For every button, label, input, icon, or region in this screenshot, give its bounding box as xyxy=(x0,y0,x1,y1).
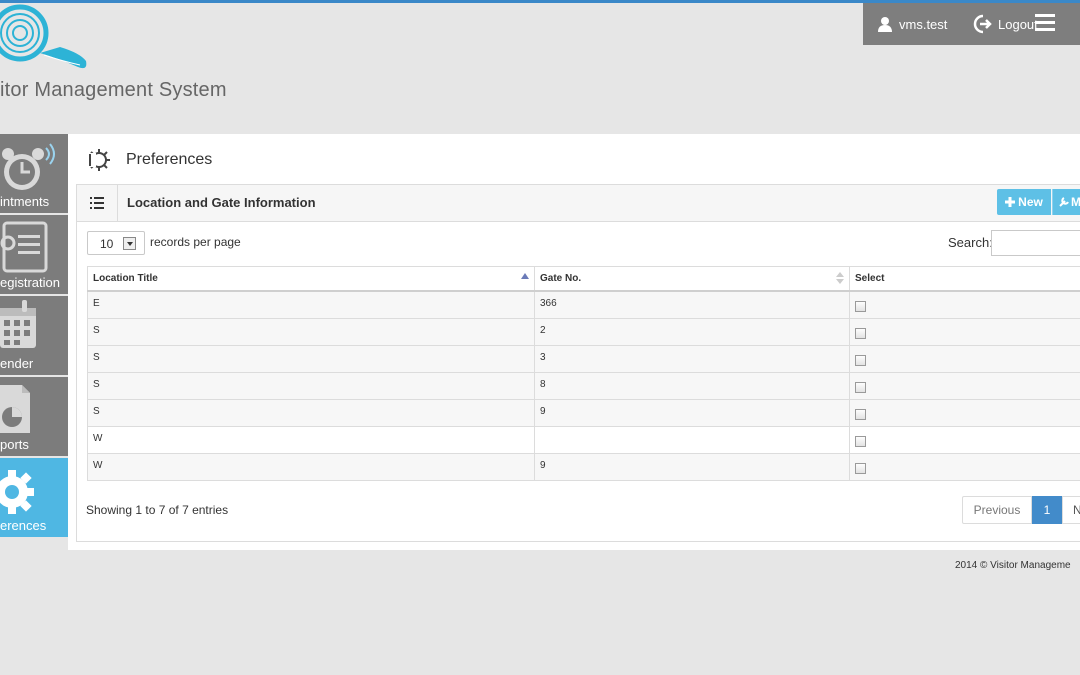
page-header: Preferences xyxy=(86,144,212,176)
search-input[interactable] xyxy=(991,230,1080,256)
page-length-select[interactable]: 10 xyxy=(87,231,145,255)
page-length-value: 10 xyxy=(100,237,114,251)
sort-icon xyxy=(836,272,844,284)
location-table: Location Title Gate No. Select E 366 S 2… xyxy=(87,266,1080,481)
hamburger-menu-button[interactable] xyxy=(1035,9,1055,37)
report-icon xyxy=(0,385,30,433)
column-header-label: Gate No. xyxy=(540,273,582,284)
sidebar-item-appointments[interactable]: intments xyxy=(0,134,68,215)
sidebar-item-label: ports xyxy=(0,437,29,452)
logo-text: itor Management System xyxy=(0,79,227,101)
location-cell: S xyxy=(87,344,535,373)
page-1-button[interactable]: 1 xyxy=(1032,496,1062,524)
table-row: E 366 xyxy=(87,290,1080,319)
gate-cell: 3 xyxy=(534,344,850,373)
preferences-gear-icon xyxy=(86,149,110,171)
table-row: S 8 xyxy=(87,371,1080,400)
table-row: S 9 xyxy=(87,398,1080,427)
table-row: W 9 xyxy=(87,452,1080,481)
user-bar: vms.test Logout xyxy=(863,3,1080,45)
row-checkbox[interactable] xyxy=(855,327,866,339)
logout-label: Logout xyxy=(998,16,1038,32)
row-checkbox[interactable] xyxy=(855,435,866,447)
records-per-page-label: records per page xyxy=(150,235,241,249)
column-header-label: Select xyxy=(855,273,885,284)
user-menu[interactable]: vms.test xyxy=(877,3,947,45)
row-checkbox[interactable] xyxy=(855,462,866,474)
column-header-label: Location Title xyxy=(93,273,158,284)
select-cell xyxy=(849,344,1080,373)
manage-button[interactable]: M xyxy=(1052,189,1080,215)
copyright-footer: 2014 © Visitor Manageme xyxy=(955,560,1071,571)
gate-cell: 2 xyxy=(534,317,850,346)
gate-cell: 9 xyxy=(534,398,850,427)
sort-ascending-icon xyxy=(521,273,529,279)
select-cell xyxy=(849,317,1080,346)
logo: itor Management System xyxy=(0,3,260,123)
gate-cell: 366 xyxy=(534,290,850,319)
plus-icon xyxy=(1005,197,1016,207)
panel-header: Location and Gate Information New M xyxy=(77,185,1080,222)
select-cell xyxy=(849,398,1080,427)
registration-icon xyxy=(0,221,48,273)
gate-cell xyxy=(534,425,850,454)
sidebar-item-calendar[interactable]: ender xyxy=(0,296,68,377)
row-checkbox[interactable] xyxy=(855,354,866,366)
gear-icon xyxy=(0,470,34,514)
previous-page-button[interactable]: Previous xyxy=(962,496,1032,524)
column-header-gate-no[interactable]: Gate No. xyxy=(534,266,850,292)
manage-button-label: M xyxy=(1071,195,1080,209)
page-title: Preferences xyxy=(126,151,213,168)
location-cell: S xyxy=(87,317,535,346)
location-cell: W xyxy=(87,452,535,481)
calendar-icon xyxy=(0,300,36,348)
select-cell xyxy=(849,290,1080,319)
chevron-down-icon xyxy=(123,237,136,250)
location-cell: E xyxy=(87,290,535,319)
clock-icon xyxy=(2,143,55,190)
location-gate-panel: Location and Gate Information New M 10 r… xyxy=(76,184,1080,542)
logout-icon xyxy=(973,14,992,34)
select-cell xyxy=(849,371,1080,400)
pagination: Previous 1 N xyxy=(962,496,1080,526)
row-checkbox[interactable] xyxy=(855,381,866,393)
list-icon xyxy=(77,185,118,221)
column-header-select: Select xyxy=(849,266,1080,292)
select-cell xyxy=(849,452,1080,481)
new-button[interactable]: New xyxy=(997,189,1051,215)
table-row: W xyxy=(87,425,1080,454)
wrench-icon xyxy=(1059,197,1069,207)
sidebar-item-label: ender xyxy=(0,356,34,371)
fingerprint-magnifier-icon xyxy=(0,4,87,69)
table-header-row: Location Title Gate No. Select xyxy=(87,266,1080,292)
panel-title: Location and Gate Information xyxy=(127,195,316,210)
sidebar: intments egistration ender ports erences xyxy=(0,134,68,539)
new-button-label: New xyxy=(1018,195,1043,209)
row-checkbox[interactable] xyxy=(855,301,866,312)
sidebar-item-registration[interactable]: egistration xyxy=(0,215,68,296)
gate-cell: 8 xyxy=(534,371,850,400)
username-label: vms.test xyxy=(899,16,948,32)
search-label: Search: xyxy=(948,235,993,250)
table-row: S 2 xyxy=(87,317,1080,346)
select-cell xyxy=(849,425,1080,454)
sidebar-item-reports[interactable]: ports xyxy=(0,377,68,458)
logout-button[interactable]: Logout xyxy=(971,3,1038,45)
row-checkbox[interactable] xyxy=(855,408,866,420)
table-info: Showing 1 to 7 of 7 entries xyxy=(86,503,229,517)
menu-icon xyxy=(1035,14,1055,31)
column-header-location-title[interactable]: Location Title xyxy=(87,266,535,292)
user-icon xyxy=(878,17,892,32)
location-cell: S xyxy=(87,398,535,427)
gate-cell: 9 xyxy=(534,452,850,481)
sidebar-item-label: intments xyxy=(0,194,50,209)
location-cell: W xyxy=(87,425,535,454)
main-content: Preferences Location and Gate Informatio… xyxy=(68,134,1080,550)
table-row: S 3 xyxy=(87,344,1080,373)
sidebar-item-label: egistration xyxy=(0,275,60,290)
next-page-button[interactable]: N xyxy=(1062,496,1080,524)
sidebar-item-label: erences xyxy=(0,518,47,533)
sidebar-item-preferences[interactable]: erences xyxy=(0,458,68,539)
location-cell: S xyxy=(87,371,535,400)
